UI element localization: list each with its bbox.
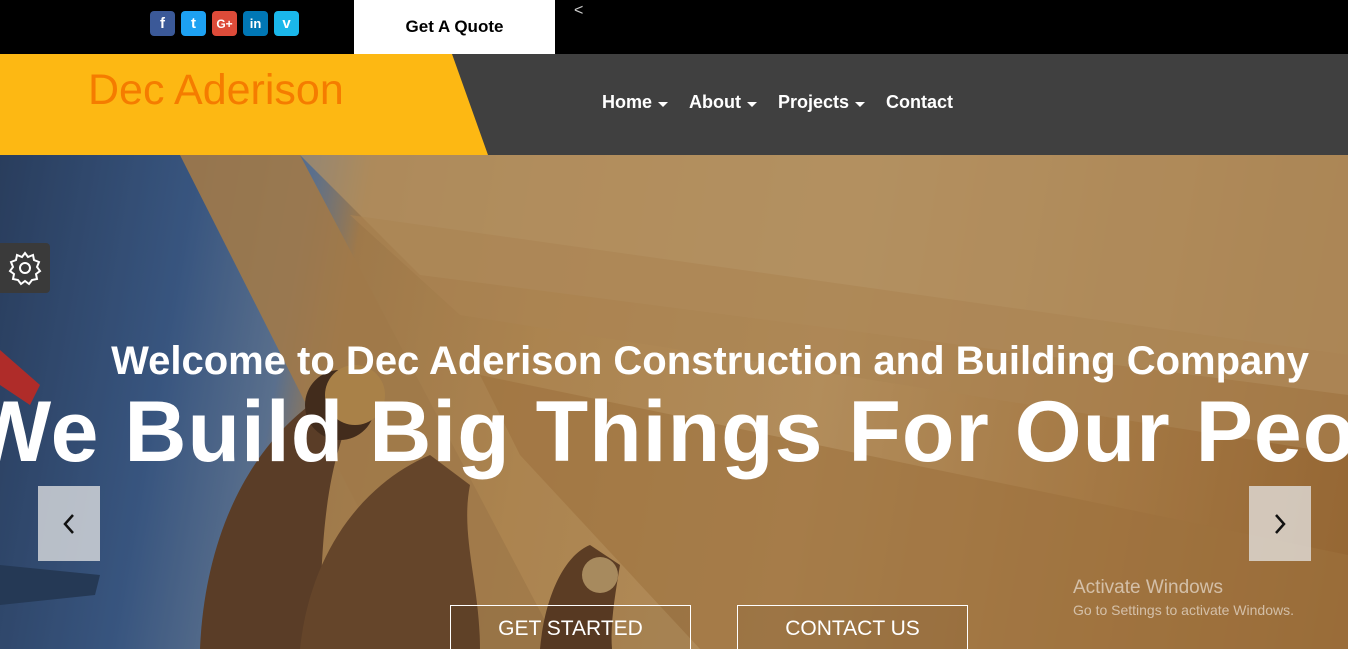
site-logo[interactable]: Dec Aderison — [88, 66, 344, 115]
site-header: Dec Aderison Home About Projects Contact — [0, 54, 1348, 155]
nav-item-home[interactable]: Home — [602, 92, 669, 113]
get-started-button[interactable]: GET STARTED — [450, 605, 691, 649]
hero-headline: We Build Big Things For Our People — [0, 384, 1348, 480]
nav-item-label: Home — [602, 92, 653, 112]
watermark-title: Activate Windows — [1073, 577, 1223, 598]
windows-activation-watermark: Activate Windows Go to Settings to activ… — [1073, 577, 1294, 618]
nav-item-label: Contact — [886, 92, 954, 112]
top-bar: f t G+ in v Get A Quote < — [0, 0, 1348, 54]
nav-item-projects[interactable]: Projects — [778, 92, 866, 113]
slider-prev-button[interactable] — [38, 486, 100, 561]
chevron-left-icon — [63, 513, 74, 534]
settings-gear-icon[interactable] — [0, 243, 50, 293]
twitter-icon[interactable]: t — [181, 11, 206, 36]
back-chevron-icon[interactable]: < — [574, 2, 583, 20]
contact-us-button[interactable]: CONTACT US — [737, 605, 968, 649]
social-links: f t G+ in v — [150, 11, 299, 36]
nav-item-label: About — [689, 92, 741, 112]
hero-slider: Welcome to Dec Aderison Construction and… — [0, 155, 1348, 649]
main-nav: Home About Projects Contact — [602, 92, 953, 113]
chevron-right-icon — [1275, 513, 1286, 534]
watermark-subtitle: Go to Settings to activate Windows. — [1073, 602, 1294, 618]
facebook-icon[interactable]: f — [150, 11, 175, 36]
nav-item-about[interactable]: About — [689, 92, 757, 113]
google-plus-icon[interactable]: G+ — [212, 11, 237, 36]
nav-item-contact[interactable]: Contact — [886, 92, 953, 113]
caret-down-icon — [658, 101, 669, 107]
nav-item-label: Projects — [778, 92, 850, 112]
vimeo-icon[interactable]: v — [274, 11, 299, 36]
get-a-quote-button[interactable]: Get A Quote — [354, 0, 555, 54]
slider-next-button[interactable] — [1249, 486, 1311, 561]
linkedin-icon[interactable]: in — [243, 11, 268, 36]
caret-down-icon — [747, 101, 757, 107]
hero-welcome-text: Welcome to Dec Aderison Construction and… — [111, 339, 1309, 383]
caret-down-icon — [855, 101, 866, 107]
